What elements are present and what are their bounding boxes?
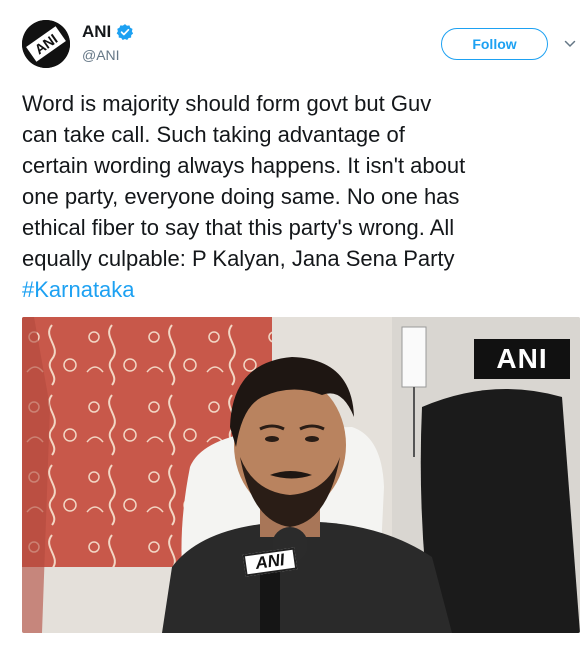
hashtag-link[interactable]: #Karnataka bbox=[22, 274, 580, 305]
tweet-text-line: ethical fiber to say that this party's w… bbox=[22, 215, 455, 240]
name-row: ANI bbox=[82, 22, 134, 42]
tweet-text-line: equally culpable: P Kalyan, Jana Sena Pa… bbox=[22, 246, 455, 271]
verified-badge-icon bbox=[116, 24, 134, 41]
ani-watermark: ANI bbox=[474, 339, 570, 379]
tweet-text-line: can take call. Such taking advantage of bbox=[22, 122, 405, 147]
chevron-down-icon[interactable] bbox=[564, 38, 576, 50]
tweet-media-image[interactable]: ANI ANI bbox=[22, 317, 580, 633]
tweet-text-line: one party, everyone doing same. No one h… bbox=[22, 184, 460, 209]
tweet-text-line: certain wording always happens. It isn't… bbox=[22, 153, 466, 178]
tweet-text: Word is majority should form govt but Gu… bbox=[22, 88, 580, 305]
tweet-header: ANI ANI @ANI Follow bbox=[0, 0, 582, 80]
follow-button[interactable]: Follow bbox=[441, 28, 548, 60]
tweet-text-line: Word is majority should form govt but Gu… bbox=[22, 91, 432, 116]
user-handle[interactable]: @ANI bbox=[82, 47, 120, 63]
display-name[interactable]: ANI bbox=[82, 22, 111, 42]
avatar[interactable]: ANI bbox=[22, 20, 70, 68]
